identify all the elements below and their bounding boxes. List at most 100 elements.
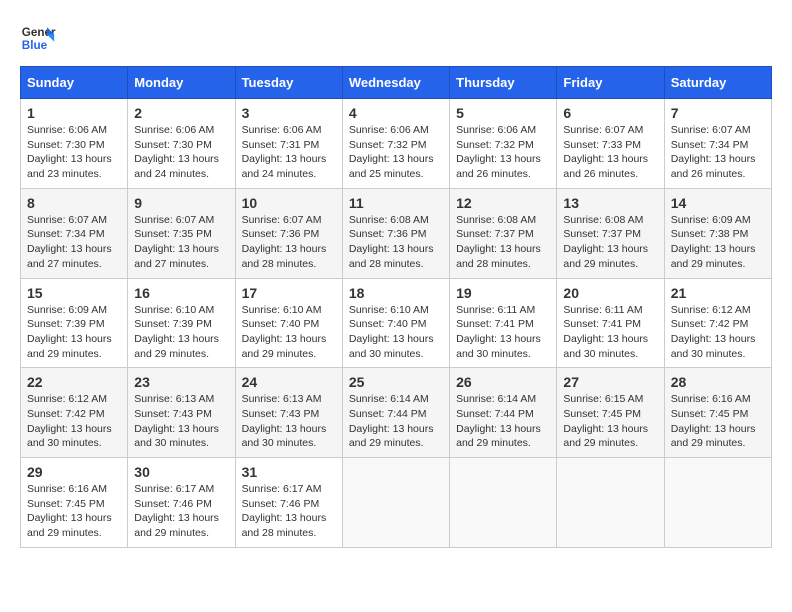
- day-info: Sunrise: 6:06 AM Sunset: 7:30 PM Dayligh…: [134, 123, 228, 182]
- day-info: Sunrise: 6:09 AM Sunset: 7:38 PM Dayligh…: [671, 213, 765, 272]
- day-info: Sunrise: 6:09 AM Sunset: 7:39 PM Dayligh…: [27, 303, 121, 362]
- calendar-cell: 10 Sunrise: 6:07 AM Sunset: 7:36 PM Dayli…: [235, 188, 342, 278]
- logo: General Blue: [20, 20, 56, 56]
- day-info: Sunrise: 6:07 AM Sunset: 7:35 PM Dayligh…: [134, 213, 228, 272]
- calendar-cell: 25 Sunrise: 6:14 AM Sunset: 7:44 PM Dayli…: [342, 368, 449, 458]
- logo-icon: General Blue: [20, 20, 56, 56]
- day-number: 23: [134, 374, 228, 390]
- day-number: 18: [349, 285, 443, 301]
- calendar-cell: 29 Sunrise: 6:16 AM Sunset: 7:45 PM Dayli…: [21, 458, 128, 548]
- calendar-cell: 21 Sunrise: 6:12 AM Sunset: 7:42 PM Dayli…: [664, 278, 771, 368]
- day-info: Sunrise: 6:07 AM Sunset: 7:33 PM Dayligh…: [563, 123, 657, 182]
- day-info: Sunrise: 6:07 AM Sunset: 7:34 PM Dayligh…: [671, 123, 765, 182]
- day-info: Sunrise: 6:17 AM Sunset: 7:46 PM Dayligh…: [134, 482, 228, 541]
- calendar-cell: 9 Sunrise: 6:07 AM Sunset: 7:35 PM Daylig…: [128, 188, 235, 278]
- day-info: Sunrise: 6:12 AM Sunset: 7:42 PM Dayligh…: [671, 303, 765, 362]
- day-number: 24: [242, 374, 336, 390]
- calendar-cell: 15Sunrise: 6:09 AM Sunset: 7:39 PM Dayli…: [21, 278, 128, 368]
- header-cell-sunday: Sunday: [21, 67, 128, 99]
- calendar-cell: 18Sunrise: 6:10 AM Sunset: 7:40 PM Dayli…: [342, 278, 449, 368]
- calendar-cell: 17 Sunrise: 6:10 AM Sunset: 7:40 PM Dayli…: [235, 278, 342, 368]
- day-number: 13: [563, 195, 657, 211]
- day-info: Sunrise: 6:13 AM Sunset: 7:43 PM Dayligh…: [242, 392, 336, 451]
- day-number: 6: [563, 105, 657, 121]
- header-cell-wednesday: Wednesday: [342, 67, 449, 99]
- day-info: Sunrise: 6:06 AM Sunset: 7:31 PM Dayligh…: [242, 123, 336, 182]
- day-number: 8: [27, 195, 121, 211]
- calendar-cell: 24 Sunrise: 6:13 AM Sunset: 7:43 PM Dayli…: [235, 368, 342, 458]
- day-number: 2: [134, 105, 228, 121]
- day-info: Sunrise: 6:08 AM Sunset: 7:37 PM Dayligh…: [456, 213, 550, 272]
- day-info: Sunrise: 6:07 AM Sunset: 7:34 PM Dayligh…: [27, 213, 121, 272]
- calendar-cell: 11 Sunrise: 6:08 AM Sunset: 7:36 PM Dayli…: [342, 188, 449, 278]
- calendar-cell: 20 Sunrise: 6:11 AM Sunset: 7:41 PM Dayli…: [557, 278, 664, 368]
- calendar-cell: 23 Sunrise: 6:13 AM Sunset: 7:43 PM Dayli…: [128, 368, 235, 458]
- day-info: Sunrise: 6:13 AM Sunset: 7:43 PM Dayligh…: [134, 392, 228, 451]
- calendar-week-5: 29 Sunrise: 6:16 AM Sunset: 7:45 PM Dayli…: [21, 458, 772, 548]
- day-info: Sunrise: 6:06 AM Sunset: 7:32 PM Dayligh…: [456, 123, 550, 182]
- calendar-cell: 3 Sunrise: 6:06 AM Sunset: 7:31 PM Daylig…: [235, 99, 342, 189]
- day-number: 1: [27, 105, 121, 121]
- day-number: 28: [671, 374, 765, 390]
- day-info: Sunrise: 6:11 AM Sunset: 7:41 PM Dayligh…: [456, 303, 550, 362]
- calendar-cell: 1 Sunrise: 6:06 AM Sunset: 7:30 PM Daylig…: [21, 99, 128, 189]
- day-number: 9: [134, 195, 228, 211]
- day-number: 10: [242, 195, 336, 211]
- calendar-cell: 4 Sunrise: 6:06 AM Sunset: 7:32 PM Daylig…: [342, 99, 449, 189]
- day-number: 31: [242, 464, 336, 480]
- calendar-cell: 26Sunrise: 6:14 AM Sunset: 7:44 PM Dayli…: [450, 368, 557, 458]
- calendar-cell: 8 Sunrise: 6:07 AM Sunset: 7:34 PM Daylig…: [21, 188, 128, 278]
- day-info: Sunrise: 6:16 AM Sunset: 7:45 PM Dayligh…: [27, 482, 121, 541]
- day-number: 27: [563, 374, 657, 390]
- day-number: 19: [456, 285, 550, 301]
- day-info: Sunrise: 6:16 AM Sunset: 7:45 PM Dayligh…: [671, 392, 765, 451]
- day-number: 4: [349, 105, 443, 121]
- calendar-cell: [342, 458, 449, 548]
- calendar-cell: [664, 458, 771, 548]
- day-number: 16: [134, 285, 228, 301]
- calendar-week-3: 15Sunrise: 6:09 AM Sunset: 7:39 PM Dayli…: [21, 278, 772, 368]
- day-info: Sunrise: 6:12 AM Sunset: 7:42 PM Dayligh…: [27, 392, 121, 451]
- day-info: Sunrise: 6:14 AM Sunset: 7:44 PM Dayligh…: [456, 392, 550, 451]
- calendar-week-1: 1 Sunrise: 6:06 AM Sunset: 7:30 PM Daylig…: [21, 99, 772, 189]
- calendar-week-2: 8 Sunrise: 6:07 AM Sunset: 7:34 PM Daylig…: [21, 188, 772, 278]
- calendar-cell: 28 Sunrise: 6:16 AM Sunset: 7:45 PM Dayli…: [664, 368, 771, 458]
- calendar-cell: 16Sunrise: 6:10 AM Sunset: 7:39 PM Dayli…: [128, 278, 235, 368]
- day-info: Sunrise: 6:14 AM Sunset: 7:44 PM Dayligh…: [349, 392, 443, 451]
- day-info: Sunrise: 6:17 AM Sunset: 7:46 PM Dayligh…: [242, 482, 336, 541]
- calendar-cell: 19 Sunrise: 6:11 AM Sunset: 7:41 PM Dayli…: [450, 278, 557, 368]
- day-info: Sunrise: 6:10 AM Sunset: 7:40 PM Dayligh…: [242, 303, 336, 362]
- day-info: Sunrise: 6:08 AM Sunset: 7:36 PM Dayligh…: [349, 213, 443, 272]
- day-number: 3: [242, 105, 336, 121]
- day-number: 7: [671, 105, 765, 121]
- calendar-cell: 13 Sunrise: 6:08 AM Sunset: 7:37 PM Dayli…: [557, 188, 664, 278]
- day-info: Sunrise: 6:07 AM Sunset: 7:36 PM Dayligh…: [242, 213, 336, 272]
- calendar-week-4: 22 Sunrise: 6:12 AM Sunset: 7:42 PM Dayli…: [21, 368, 772, 458]
- calendar-cell: 7 Sunrise: 6:07 AM Sunset: 7:34 PM Daylig…: [664, 99, 771, 189]
- day-number: 12: [456, 195, 550, 211]
- day-number: 22: [27, 374, 121, 390]
- calendar-cell: 30Sunrise: 6:17 AM Sunset: 7:46 PM Dayli…: [128, 458, 235, 548]
- calendar-table: SundayMondayTuesdayWednesdayThursdayFrid…: [20, 66, 772, 548]
- calendar-cell: [557, 458, 664, 548]
- calendar-cell: 14Sunrise: 6:09 AM Sunset: 7:38 PM Dayli…: [664, 188, 771, 278]
- day-info: Sunrise: 6:06 AM Sunset: 7:32 PM Dayligh…: [349, 123, 443, 182]
- svg-text:Blue: Blue: [22, 39, 48, 52]
- header-cell-friday: Friday: [557, 67, 664, 99]
- day-info: Sunrise: 6:06 AM Sunset: 7:30 PM Dayligh…: [27, 123, 121, 182]
- calendar-cell: 22 Sunrise: 6:12 AM Sunset: 7:42 PM Dayli…: [21, 368, 128, 458]
- day-number: 11: [349, 195, 443, 211]
- day-number: 21: [671, 285, 765, 301]
- day-number: 17: [242, 285, 336, 301]
- calendar-cell: 5 Sunrise: 6:06 AM Sunset: 7:32 PM Daylig…: [450, 99, 557, 189]
- calendar-cell: 2 Sunrise: 6:06 AM Sunset: 7:30 PM Daylig…: [128, 99, 235, 189]
- day-number: 29: [27, 464, 121, 480]
- calendar-cell: 27Sunrise: 6:15 AM Sunset: 7:45 PM Dayli…: [557, 368, 664, 458]
- day-number: 20: [563, 285, 657, 301]
- day-info: Sunrise: 6:11 AM Sunset: 7:41 PM Dayligh…: [563, 303, 657, 362]
- day-number: 25: [349, 374, 443, 390]
- header-cell-saturday: Saturday: [664, 67, 771, 99]
- calendar-cell: 6 Sunrise: 6:07 AM Sunset: 7:33 PM Daylig…: [557, 99, 664, 189]
- day-info: Sunrise: 6:08 AM Sunset: 7:37 PM Dayligh…: [563, 213, 657, 272]
- day-number: 5: [456, 105, 550, 121]
